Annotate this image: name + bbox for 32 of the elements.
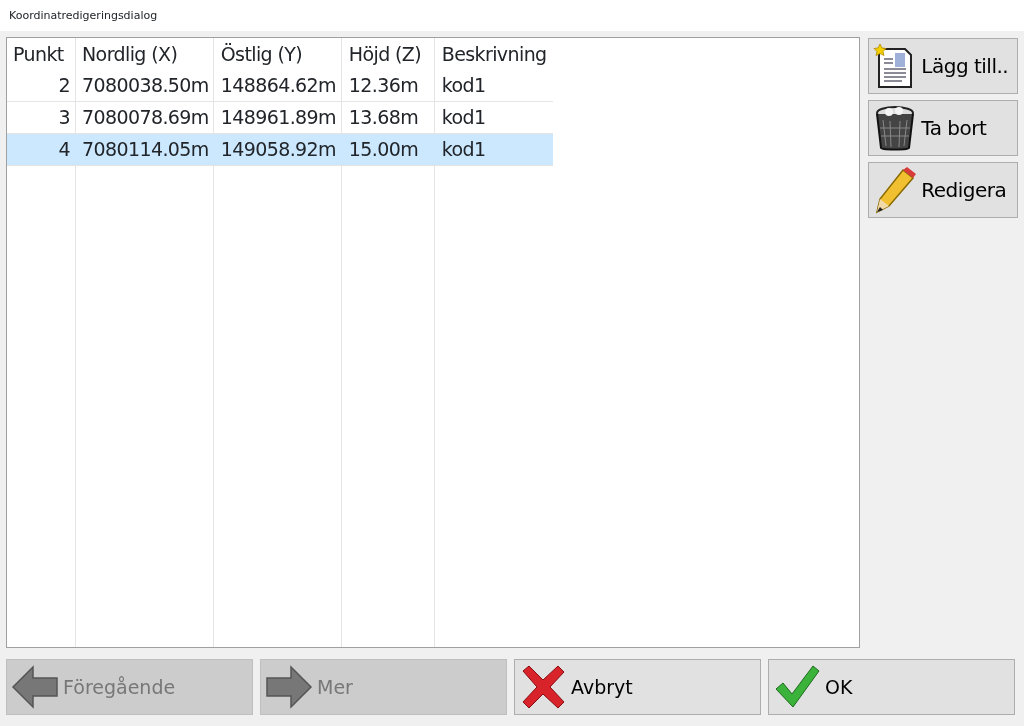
column-header[interactable]: Östlig (Y) — [220, 43, 303, 66]
right-arrow-icon — [265, 663, 313, 711]
table-row[interactable]: 4 7080114.05m 149058.92m 15.00m kod1 — [7, 133, 553, 165]
table-cell: 4 — [58, 137, 70, 160]
add-button[interactable]: Lägg till.. — [868, 38, 1018, 94]
edit-button[interactable]: Redigera — [868, 162, 1018, 218]
table-row[interactable]: 2 7080038.50m 148864.62m 12.36m kod1 — [7, 69, 553, 101]
table-cell: kod1 — [441, 137, 486, 160]
table-cell: kod1 — [441, 105, 486, 128]
pencil-icon — [873, 166, 918, 214]
table-cell: 3 — [58, 105, 70, 128]
table-cell: 7080078.69m — [82, 105, 209, 128]
cancel-button[interactable]: Avbryt — [514, 659, 761, 715]
table-cell: 7080038.50m — [82, 73, 209, 96]
table-cell: 148961.89m — [220, 105, 336, 128]
column-header[interactable]: Beskrivning — [441, 43, 547, 66]
column-header[interactable]: Höjd (Z) — [348, 43, 422, 66]
table-cell: 148864.62m — [220, 73, 336, 96]
table-cell: 2 — [58, 73, 70, 96]
table-cell: 12.36m — [348, 73, 419, 96]
column-header[interactable]: Nordlig (X) — [82, 43, 178, 66]
column-header[interactable]: Punkt — [13, 43, 64, 66]
window-title: Koordinatredigeringsdialog — [0, 0, 1024, 31]
table-cell: 7080114.05m — [82, 137, 209, 160]
delete-button[interactable]: Ta bort — [868, 100, 1018, 156]
table-cell: 149058.92m — [220, 137, 336, 160]
table-cell: 13.68m — [348, 105, 419, 128]
table-row[interactable]: 3 7080078.69m 148961.89m 13.68m kod1 — [7, 101, 553, 133]
left-arrow-icon — [11, 663, 59, 711]
ok-button[interactable]: OK — [768, 659, 1015, 715]
table-cell: 15.00m — [348, 137, 419, 160]
table-cell: kod1 — [441, 73, 486, 96]
